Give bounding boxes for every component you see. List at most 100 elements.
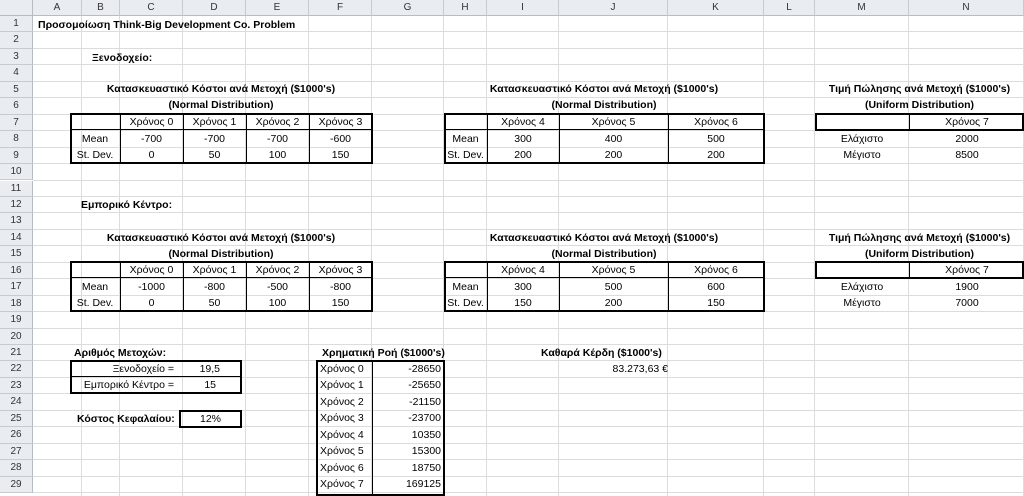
mall-t2-sd-1[interactable]: 200 [559,295,668,311]
hotel-t2-sd-1[interactable]: 200 [559,147,668,163]
hotel-t2-mean-2[interactable]: 500 [668,131,764,147]
hotel-cost-title[interactable]: Κατασκευαστικό Κόστοι ανά Μετοχή ($1000'… [70,81,372,97]
shares-title[interactable]: Αριθμός Μετοχών: [74,345,166,361]
cashflow-row-label[interactable]: Χρόνος 1 [320,377,364,393]
mall-t3-min-label[interactable]: Ελάχιστο [815,279,909,295]
mall-t1-sd-2[interactable]: 100 [246,295,309,311]
cashflow-row-label[interactable]: Χρόνος 0 [320,361,364,377]
hotel-t1-sd-3[interactable]: 150 [309,147,372,163]
cashflow-row-label[interactable]: Χρόνος 5 [320,443,364,459]
mall-t2-header-1[interactable]: Χρόνος 5 [559,262,668,278]
hotel-t1-sd-0[interactable]: 0 [120,147,183,163]
mall-cost-title-2[interactable]: Κατασκευαστικό Κόστοι ανά Μετοχή ($1000'… [444,230,764,246]
hotel-cost-dist-2[interactable]: (Normal Distribution) [444,97,764,113]
column-header-B[interactable]: B [82,0,120,16]
row-header-2[interactable]: 2 [0,32,33,49]
mall-t1-header-1[interactable]: Χρόνος 1 [183,262,246,278]
mall-section-label[interactable]: Εμπορικό Κέντρο: [81,197,172,213]
sheet-title[interactable]: Προσομοίωση Think-Big Development Co. Pr… [38,17,295,33]
mall-t2-sd-0[interactable]: 150 [487,295,559,311]
profit-title[interactable]: Καθαρά Κέρδη ($1000's) [541,345,662,361]
row-header-21[interactable]: 21 [0,345,33,362]
profit-value[interactable]: 83.273,63 € [560,361,668,377]
hotel-t1-header-0[interactable]: Χρόνος 0 [120,114,183,130]
cashflow-row-value[interactable]: -25650 [373,377,441,393]
shares-hotel-value[interactable]: 19,5 [174,361,220,377]
hotel-t3-max[interactable]: 8500 [910,147,1024,163]
column-header-N[interactable]: N [909,0,1024,16]
cashflow-row-label[interactable]: Χρόνος 2 [320,394,364,410]
column-header-F[interactable]: F [309,0,372,16]
row-header-17[interactable]: 17 [0,279,33,296]
mall-t2-header-2[interactable]: Χρόνος 6 [668,262,764,278]
row-header-29[interactable]: 29 [0,476,33,494]
row-header-4[interactable]: 4 [0,65,33,82]
row-header-25[interactable]: 25 [0,410,33,428]
cashflow-row-value[interactable]: 169125 [373,476,441,492]
hotel-t2-mean-0[interactable]: 300 [487,131,559,147]
hotel-sale-dist[interactable]: (Uniform Distribution) [815,97,1024,113]
hotel-t2-sd-2[interactable]: 200 [668,147,764,163]
mall-t1-sd-1[interactable]: 50 [183,295,246,311]
row-header-15[interactable]: 15 [0,246,33,263]
mall-t2-mean-label[interactable]: Mean [444,279,487,295]
mall-t1-sd-0[interactable]: 0 [120,295,183,311]
mall-t2-sd-label[interactable]: St. Dev. [444,295,487,311]
row-header-27[interactable]: 27 [0,443,33,461]
hotel-t1-header-1[interactable]: Χρόνος 1 [183,114,246,130]
row-header-14[interactable]: 14 [0,229,33,247]
row-header-24[interactable]: 24 [0,394,33,411]
hotel-t1-header-3[interactable]: Χρόνος 3 [309,114,372,130]
row-header-11[interactable]: 11 [0,180,33,197]
hotel-t2-mean-label[interactable]: Mean [444,131,487,147]
mall-t3-max-label[interactable]: Μέγιστο [815,295,909,311]
row-header-7[interactable]: 7 [0,114,33,132]
column-header-D[interactable]: D [183,0,246,16]
hotel-t1-mean-label[interactable]: Mean [70,131,120,147]
row-header-12[interactable]: 12 [0,196,33,214]
select-all-corner[interactable] [0,0,33,16]
hotel-t2-header-1[interactable]: Χρόνος 5 [559,114,668,130]
hotel-cost-dist[interactable]: (Normal Distribution) [70,97,372,113]
mall-t1-mean-2[interactable]: -500 [246,279,309,295]
shares-mall-value[interactable]: 15 [174,377,216,393]
column-header-M[interactable]: M [815,0,909,16]
hotel-t3-min-label[interactable]: Ελάχιστο [815,131,909,147]
hotel-t2-header-2[interactable]: Χρόνος 6 [668,114,764,130]
mall-t1-mean-3[interactable]: -800 [309,279,372,295]
mall-t1-header-0[interactable]: Χρόνος 0 [120,262,183,278]
hotel-t3-header[interactable]: Χρόνος 7 [910,114,1024,130]
mall-t2-mean-0[interactable]: 300 [487,279,559,295]
row-header-22[interactable]: 22 [0,361,33,378]
row-header-3[interactable]: 3 [0,48,33,66]
column-header-A[interactable]: A [33,0,82,16]
mall-t2-header-0[interactable]: Χρόνος 4 [487,262,559,278]
hotel-t2-sd-0[interactable]: 200 [487,147,559,163]
row-header-1[interactable]: 1 [0,16,33,33]
mall-sale-title[interactable]: Τιμή Πώλησης ανά Μετοχή ($1000's) [815,230,1024,246]
hotel-t1-sd-1[interactable]: 50 [183,147,246,163]
hotel-t1-mean-1[interactable]: -700 [183,131,246,147]
hotel-t1-mean-0[interactable]: -700 [120,131,183,147]
cashflow-row-value[interactable]: -21150 [373,394,441,410]
shares-hotel-label[interactable]: Ξενοδοχείο = [70,361,174,377]
row-header-5[interactable]: 5 [0,81,33,99]
mall-cost-dist[interactable]: (Normal Distribution) [70,246,372,262]
mall-t1-mean-1[interactable]: -800 [183,279,246,295]
mall-cost-dist-2[interactable]: (Normal Distribution) [444,246,764,262]
cashflow-row-value[interactable]: -28650 [373,361,441,377]
cashflow-row-value[interactable]: 10350 [373,427,441,443]
column-header-I[interactable]: I [487,0,559,16]
capital-cost-label[interactable]: Κόστος Κεφαλαίου: [77,411,175,427]
shares-mall-label[interactable]: Εμπορικό Κέντρο = [70,377,174,393]
mall-t1-mean-0[interactable]: -1000 [120,279,183,295]
column-header-L[interactable]: L [764,0,815,16]
mall-t1-header-2[interactable]: Χρόνος 2 [246,262,309,278]
row-header-8[interactable]: 8 [0,131,33,148]
cashflow-row-label[interactable]: Χρόνος 6 [320,460,364,476]
hotel-t3-min[interactable]: 2000 [910,131,1024,147]
row-header-26[interactable]: 26 [0,427,33,444]
row-header-19[interactable]: 19 [0,312,33,329]
hotel-t2-mean-1[interactable]: 400 [559,131,668,147]
mall-t2-mean-1[interactable]: 500 [559,279,668,295]
